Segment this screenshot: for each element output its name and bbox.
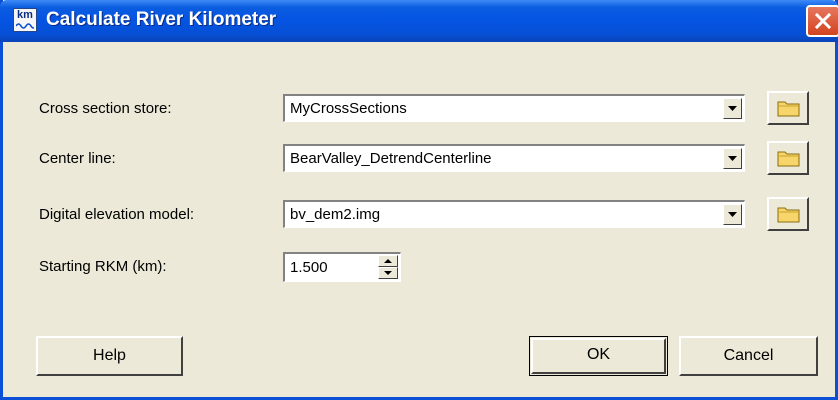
center-line-label: Center line:: [39, 150, 116, 167]
starting-rkm-value: 1.500: [290, 259, 328, 276]
cross-section-store-select[interactable]: MyCrossSections: [283, 94, 745, 122]
spinner-up-button[interactable]: [378, 255, 398, 267]
folder-icon: [777, 207, 800, 223]
km-ruler-icon: km: [13, 8, 37, 32]
cross-section-store-label: Cross section store:: [39, 100, 172, 117]
center-line-select[interactable]: BearValley_DetrendCenterline: [283, 144, 745, 172]
dem-label: Digital elevation model:: [39, 206, 195, 223]
chevron-down-icon: [728, 212, 737, 217]
arrow-up-icon: [384, 259, 392, 263]
center-line-value: BearValley_DetrendCenterline: [290, 150, 492, 167]
dem-browse-button[interactable]: [767, 197, 809, 231]
arrow-down-icon: [384, 271, 392, 275]
ok-button[interactable]: OK: [529, 336, 668, 376]
dem-value: bv_dem2.img: [290, 206, 381, 223]
dem-select[interactable]: bv_dem2.img: [283, 200, 745, 228]
center-line-dropdown-button[interactable]: [723, 148, 742, 169]
starting-rkm-spinner[interactable]: 1.500: [283, 252, 401, 282]
spinner-down-button[interactable]: [378, 267, 398, 279]
dialog-window: km Calculate River Kilometer Cross secti…: [0, 0, 838, 400]
folder-icon: [777, 101, 800, 117]
window-title: Calculate River Kilometer: [46, 9, 277, 30]
ok-button-label: OK: [586, 346, 611, 363]
close-button[interactable]: [806, 5, 838, 37]
center-line-browse-button[interactable]: [767, 141, 809, 175]
cross-section-store-value: MyCrossSections: [290, 100, 407, 117]
dem-dropdown-button[interactable]: [723, 204, 742, 225]
chevron-down-icon: [728, 156, 737, 161]
chevron-down-icon: [728, 106, 737, 111]
starting-rkm-label: Starting RKM (km):: [39, 258, 167, 275]
cross-section-store-dropdown-button[interactable]: [723, 98, 742, 119]
title-bar[interactable]: km Calculate River Kilometer: [0, 0, 838, 42]
folder-icon: [777, 151, 800, 167]
cancel-button[interactable]: Cancel: [679, 336, 818, 376]
cross-section-store-browse-button[interactable]: [767, 91, 809, 125]
help-button[interactable]: Help: [36, 336, 183, 376]
close-icon: [814, 12, 832, 30]
